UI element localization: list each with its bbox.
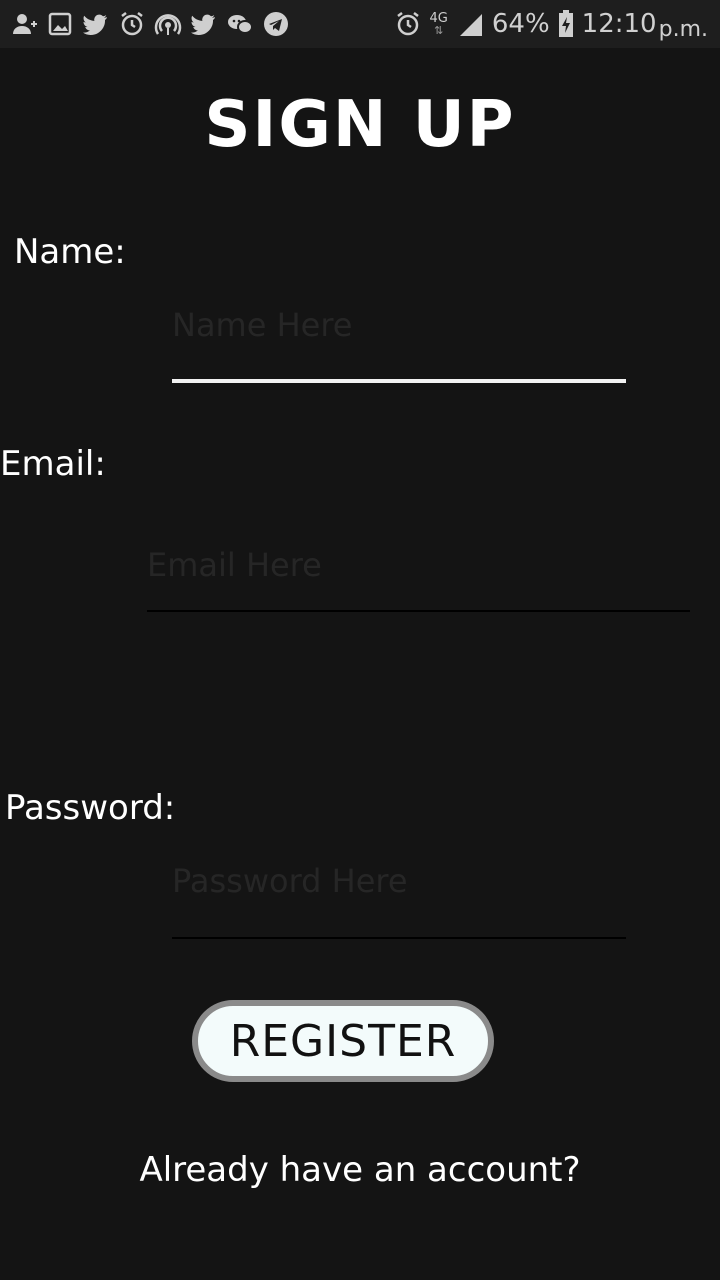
password-label: Password: bbox=[5, 788, 176, 828]
telegram-icon bbox=[262, 10, 290, 38]
clock-ampm: p.m. bbox=[658, 17, 708, 42]
network-4g-icon: 4G ⇅ bbox=[429, 11, 448, 37]
chat-icon bbox=[226, 10, 254, 38]
password-input[interactable] bbox=[172, 858, 626, 904]
system-status: 4G ⇅ 64% 12:10p.m. bbox=[394, 6, 708, 42]
twitter-icon bbox=[82, 10, 110, 38]
login-link[interactable]: Already have an account? bbox=[0, 1150, 720, 1190]
hotspot-icon bbox=[154, 10, 182, 38]
battery-percent: 64% bbox=[491, 9, 550, 39]
signal-icon bbox=[456, 10, 484, 38]
email-input[interactable] bbox=[147, 542, 690, 588]
page-title: SIGN UP bbox=[204, 88, 516, 162]
twitter-icon bbox=[190, 10, 218, 38]
clock: 12:10p.m. bbox=[581, 9, 708, 42]
battery-charging-icon bbox=[558, 10, 574, 38]
clock-time: 12:10 bbox=[581, 9, 657, 39]
gallery-icon bbox=[46, 10, 74, 38]
name-input[interactable] bbox=[172, 302, 626, 348]
status-bar: 4G ⇅ 64% 12:10p.m. bbox=[0, 0, 720, 48]
register-button[interactable]: REGISTER bbox=[192, 1000, 494, 1082]
add-contact-icon bbox=[10, 10, 38, 38]
alarm-icon bbox=[118, 10, 146, 38]
email-label: Email: bbox=[0, 444, 106, 484]
name-label: Name: bbox=[14, 232, 126, 272]
name-input-underline bbox=[172, 379, 626, 383]
password-input-underline bbox=[172, 937, 626, 939]
email-input-underline bbox=[147, 610, 690, 612]
notification-icons bbox=[10, 8, 290, 40]
alarm-icon bbox=[394, 10, 422, 38]
